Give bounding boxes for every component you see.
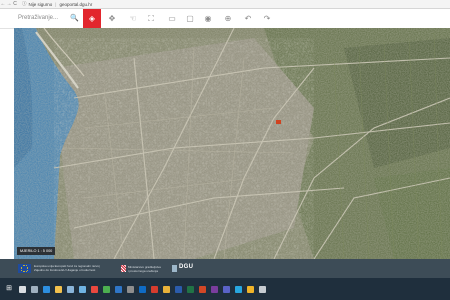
aerial-map[interactable] bbox=[14, 28, 450, 259]
map-toolbar: Pretraživanje... 🔍 ◈ ✥ ☜ ⛶ ▭ ▢ ◉ ⊕ ↶ ↷ bbox=[0, 9, 450, 29]
eu-star bbox=[22, 270, 24, 272]
eu-text-2: Zajedno do fondova EU Ulaganje u budućno… bbox=[34, 268, 96, 272]
task-view-icon[interactable] bbox=[31, 285, 38, 293]
search-app-icon[interactable] bbox=[19, 285, 26, 293]
fullscreen-icon[interactable]: ⛶ bbox=[142, 9, 160, 28]
chrome-icon[interactable] bbox=[91, 285, 98, 293]
pan-hand-icon[interactable]: ☜ bbox=[124, 9, 142, 28]
scale-label: MJERILO 1 : 5 000 bbox=[17, 247, 56, 255]
layers-icon[interactable]: ◈ bbox=[83, 9, 101, 28]
eu-star bbox=[26, 266, 28, 268]
word-icon[interactable] bbox=[175, 285, 182, 293]
comment-icon[interactable]: ▢ bbox=[181, 9, 199, 28]
move-icon[interactable]: ✥ bbox=[103, 9, 121, 28]
calculator-icon[interactable] bbox=[127, 285, 134, 293]
os-taskbar: ⊞ bbox=[0, 278, 450, 300]
mail-icon[interactable] bbox=[115, 285, 122, 293]
settings-icon[interactable] bbox=[259, 285, 266, 293]
eu-star bbox=[21, 268, 22, 269]
acrobat-icon[interactable] bbox=[151, 285, 158, 293]
photos-icon[interactable] bbox=[163, 285, 170, 293]
eu-star bbox=[24, 271, 25, 272]
ministry-text-2: i prostornoga uređenja bbox=[128, 269, 159, 273]
eu-star bbox=[26, 269, 28, 271]
redo-icon[interactable]: ↷ bbox=[258, 9, 276, 28]
skype-icon[interactable] bbox=[235, 285, 242, 293]
start-button[interactable]: ⊞ bbox=[4, 284, 14, 294]
security-label: Nije sigurno bbox=[28, 1, 53, 7]
media-icon[interactable] bbox=[79, 285, 86, 293]
browser-address-bar: ← → C ⓘ Nije sigurno | geoportal.dgu.hr bbox=[0, 0, 450, 9]
marker-icon[interactable]: ⊕ bbox=[219, 9, 237, 28]
onenote-icon[interactable] bbox=[211, 285, 218, 293]
search-input[interactable]: Pretraživanje... 🔍 bbox=[18, 13, 80, 24]
url-separator: | bbox=[55, 1, 57, 7]
search-placeholder: Pretraživanje... bbox=[18, 15, 59, 21]
croatian-crest-icon bbox=[121, 265, 126, 272]
powerpoint-icon[interactable] bbox=[199, 285, 206, 293]
map-imagery bbox=[14, 28, 450, 259]
search-icon[interactable]: 🔍 bbox=[70, 13, 79, 24]
eu-star bbox=[24, 265, 25, 266]
taskbar-apps bbox=[14, 285, 266, 293]
eu-flag-icon bbox=[18, 264, 31, 273]
outlook-icon[interactable] bbox=[139, 285, 146, 293]
reload-icon[interactable]: C bbox=[12, 1, 18, 7]
teams-icon[interactable] bbox=[223, 285, 230, 293]
folder-icon[interactable] bbox=[55, 285, 62, 293]
edge-icon[interactable] bbox=[43, 285, 50, 293]
info-icon[interactable]: ⓘ bbox=[22, 1, 27, 7]
eu-star bbox=[21, 266, 23, 268]
rectangle-icon[interactable]: ▭ bbox=[163, 9, 181, 28]
url-text[interactable]: geoportal.dgu.hr bbox=[59, 2, 92, 7]
store-icon[interactable] bbox=[67, 285, 74, 293]
footer: Europska unija Europski fond za regional… bbox=[0, 259, 450, 278]
dgu-logo-text: DGU bbox=[179, 264, 194, 270]
maps-icon[interactable] bbox=[103, 285, 110, 293]
excel-icon[interactable] bbox=[187, 285, 194, 293]
camera-icon[interactable]: ◉ bbox=[199, 9, 217, 28]
map-marker[interactable] bbox=[276, 120, 281, 124]
chrome-2-icon[interactable] bbox=[247, 285, 254, 293]
undo-icon[interactable]: ↶ bbox=[239, 9, 257, 28]
eu-star bbox=[25, 270, 27, 272]
dgu-logo-icon bbox=[172, 265, 177, 272]
eu-star bbox=[27, 268, 28, 269]
